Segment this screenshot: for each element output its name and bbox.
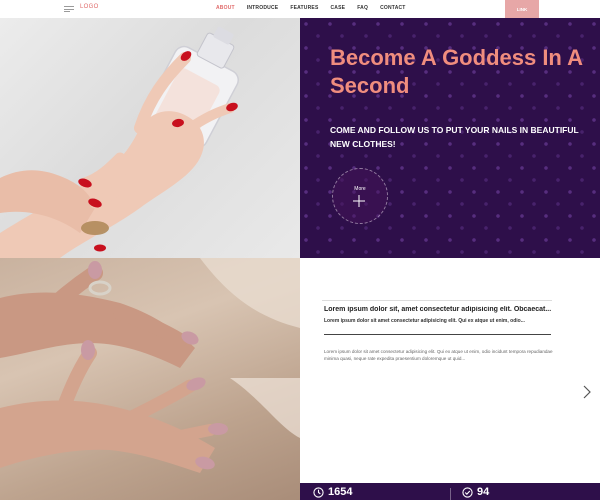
stat-value: 94 xyxy=(477,486,490,498)
link-button[interactable]: LINK xyxy=(505,0,539,18)
stats-bar: 1654 94 xyxy=(300,483,600,500)
hero-photo-perfume xyxy=(0,18,300,258)
menu-icon[interactable] xyxy=(64,6,74,12)
article-subtitle: Lorem ipsum dolor sit amet consectetur a… xyxy=(324,318,525,324)
top-nav: LOGO ABOUT INTRODUCE FEATURES CASE FAQ C… xyxy=(0,0,600,19)
more-label: More xyxy=(354,186,366,192)
nav-link-features[interactable]: FEATURES xyxy=(290,5,318,11)
nav-link-case[interactable]: CASE xyxy=(331,5,346,11)
nav-link-contact[interactable]: CONTACT xyxy=(380,5,405,11)
hero-subtitle: COME AND FOLLOW US TO PUT YOUR NAILS IN … xyxy=(330,125,579,149)
divider xyxy=(322,300,552,301)
nav-link-introduce[interactable]: INTRODUCE xyxy=(247,5,279,11)
plus-icon xyxy=(353,195,365,207)
article-panel: Lorem ipsum dolor sit, amet consectetur … xyxy=(300,258,600,483)
article-body: Lorem ipsum dolor sit amet consectetur a… xyxy=(324,349,553,362)
logo[interactable]: LOGO xyxy=(80,4,99,10)
stat-item: 1654 xyxy=(313,487,352,498)
nav-link-faq[interactable]: FAQ xyxy=(357,5,368,11)
check-circle-icon xyxy=(462,487,473,498)
nav-links: ABOUT INTRODUCE FEATURES CASE FAQ CONTAC… xyxy=(216,5,406,11)
more-button[interactable]: More xyxy=(332,168,388,224)
chevron-right-icon[interactable] xyxy=(582,384,592,400)
article-title: Lorem ipsum dolor sit, amet consectetur … xyxy=(324,306,552,313)
divider xyxy=(324,334,551,335)
perfume-hand-illustration xyxy=(0,26,239,258)
stat-item: 94 xyxy=(462,487,489,498)
divider xyxy=(450,488,451,500)
nails-photo xyxy=(0,258,300,500)
manicure-hands-illustration xyxy=(0,258,300,473)
hero-title: Become A Goddess In A Second xyxy=(330,45,583,98)
nav-link-about[interactable]: ABOUT xyxy=(216,5,235,11)
stat-value: 1654 xyxy=(328,486,353,498)
hero-panel: Become A Goddess In A Second COME AND FO… xyxy=(300,18,600,258)
clock-icon xyxy=(313,487,324,498)
